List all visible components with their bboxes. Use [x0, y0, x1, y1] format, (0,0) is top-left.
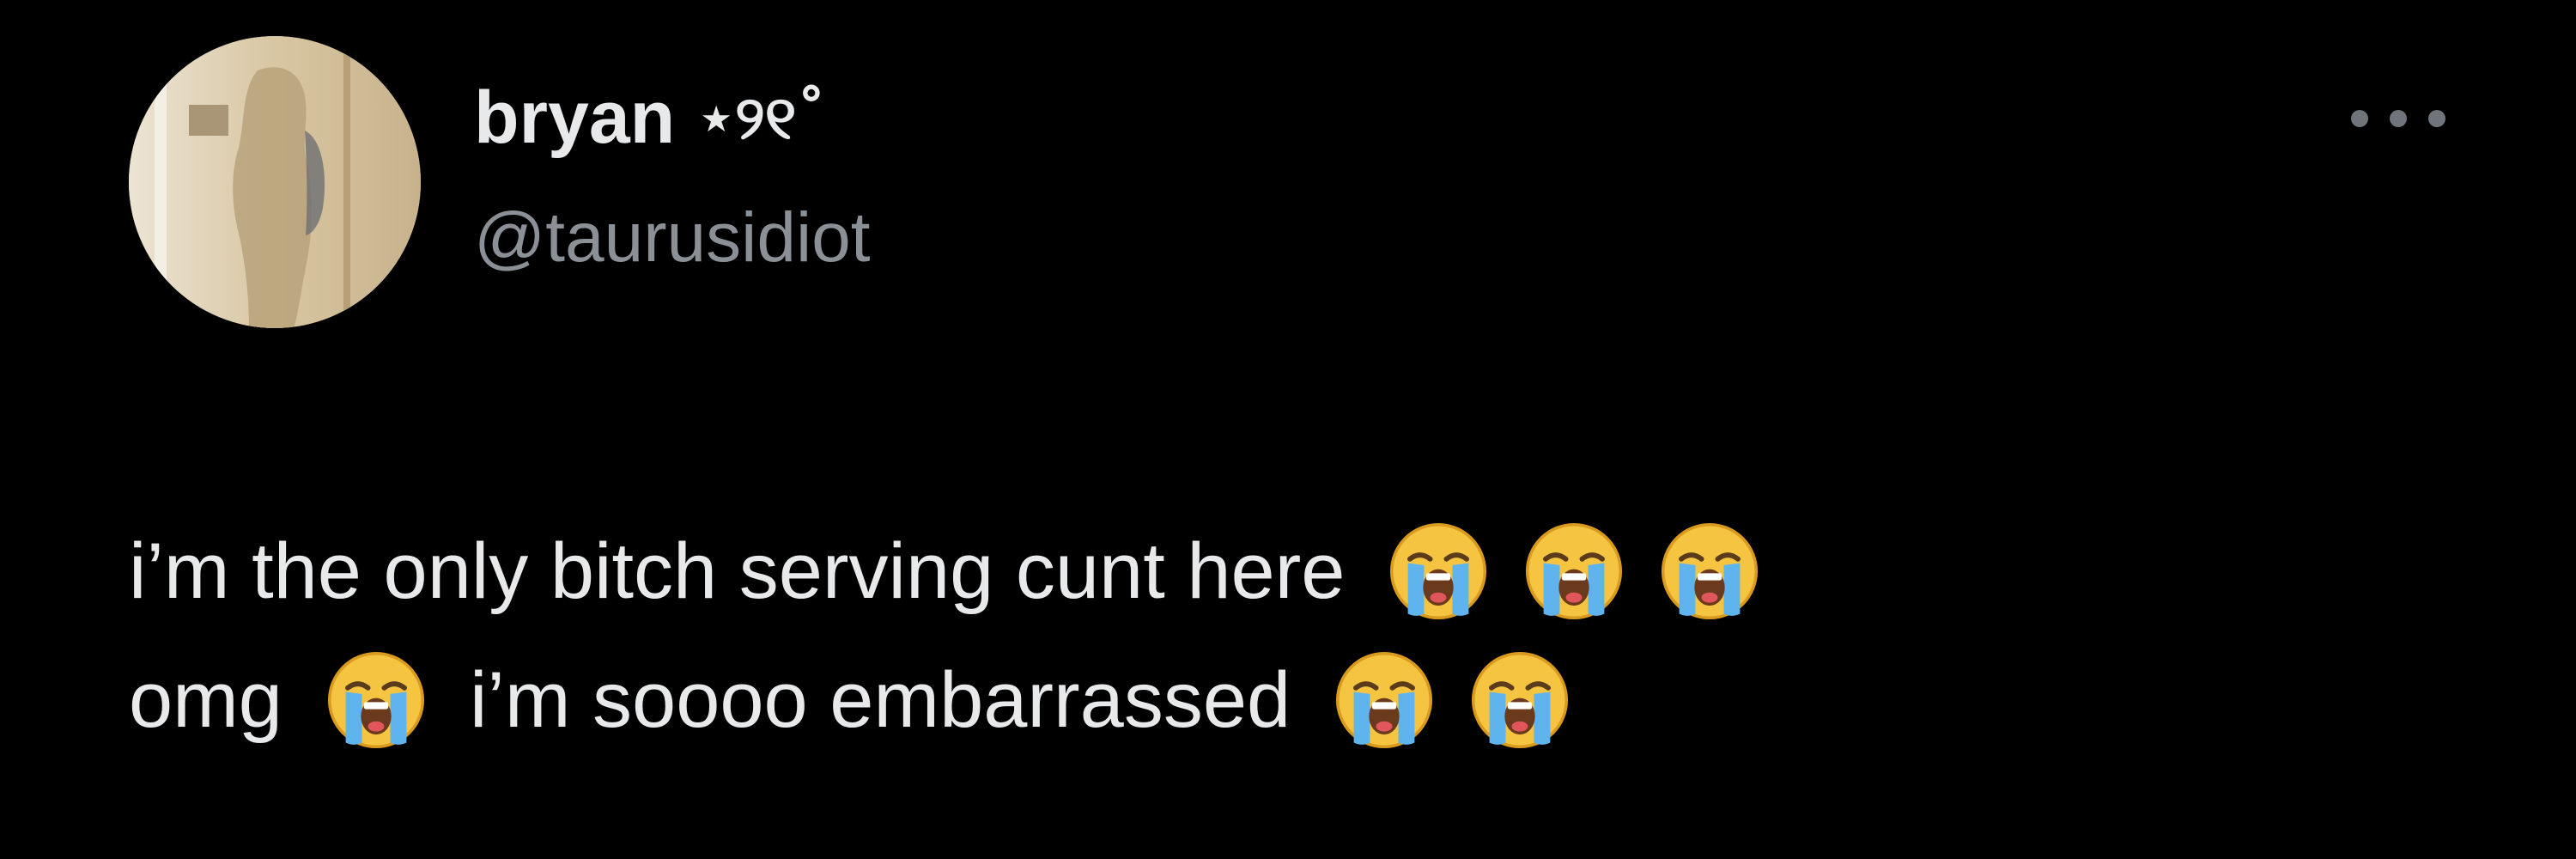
loudly-crying-face-icon: [1334, 649, 1435, 751]
tweet-text-line-2: omg i’m soooo embarrassed: [129, 636, 2516, 765]
avatar[interactable]: [129, 36, 421, 328]
tweet-text-line-1: i’m the only bitch serving cunt here: [129, 507, 2516, 636]
more-horizontal-icon: [2351, 110, 2368, 127]
author-name-row: bryan ⋆୨୧˚: [474, 70, 826, 165]
tweet-text-segment: i’m soooo embarrassed: [469, 656, 1291, 744]
display-name[interactable]: bryan: [474, 76, 675, 161]
tweet-text-segment: omg: [129, 656, 283, 744]
more-options-button[interactable]: [2351, 101, 2445, 136]
loudly-crying-face-icon: [1659, 521, 1760, 622]
tweet-text: i’m the only bitch serving cunt here omg…: [129, 507, 2516, 765]
tweet-text-segment: i’m the only bitch serving cunt here: [129, 527, 1346, 615]
loudly-crying-face-icon: [325, 649, 427, 751]
tweet-card: bryan ⋆୨୧˚ @taurusidiot i’m the only bit…: [0, 0, 2576, 859]
more-horizontal-icon-dot: [2390, 110, 2407, 127]
display-name-decoration: ⋆୨୧˚: [697, 82, 827, 153]
author-handle[interactable]: @taurusidiot: [474, 198, 871, 278]
avatar-image: [129, 36, 421, 328]
more-horizontal-icon-dot: [2428, 110, 2445, 127]
loudly-crying-face-icon: [1523, 521, 1625, 622]
loudly-crying-face-icon: [1388, 521, 1489, 622]
loudly-crying-face-icon: [1469, 649, 1571, 751]
